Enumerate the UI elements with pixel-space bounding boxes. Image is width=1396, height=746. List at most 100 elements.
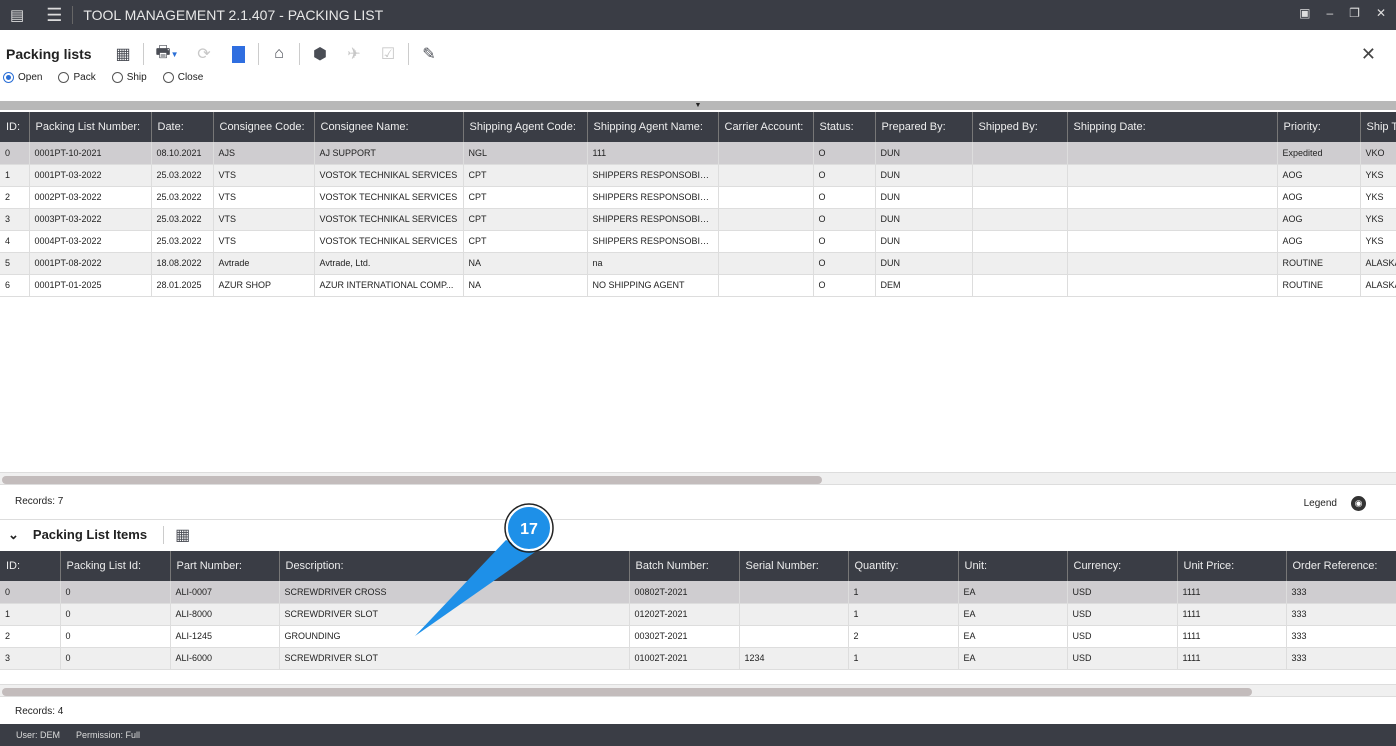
table-cell: 25.03.2022	[151, 164, 214, 187]
table-cell	[718, 230, 814, 253]
table-cell: NGL	[463, 142, 588, 165]
scroll-thumb[interactable]	[2, 476, 822, 484]
table-cell: DUN	[875, 186, 973, 209]
table-cell: AZUR INTERNATIONAL COMP...	[314, 274, 464, 297]
column-header[interactable]: Currency:	[1067, 551, 1178, 581]
items-grid: ID: Packing List Id: Part Number: Descripti…	[0, 551, 1396, 683]
table-cell	[972, 230, 1068, 253]
filter-ship-radio[interactable]: Ship	[111, 72, 147, 83]
table-cell: 0001PT-08-2022	[29, 252, 152, 275]
table-cell: 4	[0, 230, 30, 253]
table-cell	[1067, 274, 1278, 297]
column-header[interactable]: Serial Number:	[739, 551, 849, 581]
table-cell	[972, 274, 1068, 297]
column-header[interactable]: Batch Number:	[629, 551, 740, 581]
panel-splitter[interactable]: ▼	[0, 101, 1396, 110]
records-count: Records: 7	[15, 496, 64, 507]
filter-pack-radio[interactable]: Pack	[58, 72, 96, 83]
close-icon[interactable]: ✕	[1361, 44, 1376, 65]
feedback-icon[interactable]: ▣	[1299, 6, 1310, 20]
table-cell: 111	[587, 142, 719, 165]
grid-export-icon[interactable]: ▦	[175, 525, 190, 545]
hamburger-menu-icon[interactable]: ☰	[46, 5, 62, 26]
table-cell: 0	[0, 142, 30, 165]
table-row[interactable]: 1 0 ALI-8000 SCREWDRIVER SLOT 01202T-2021 1 EA…	[0, 603, 1396, 626]
column-header[interactable]: Consignee Name:	[314, 112, 464, 142]
column-header[interactable]: Order Reference:	[1286, 551, 1396, 581]
table-cell: DUN	[875, 142, 973, 165]
close-window-button[interactable]: ✕	[1376, 6, 1386, 20]
column-header[interactable]: Shipped By:	[972, 112, 1068, 142]
table-row[interactable]: 2 0 ALI-1245 GROUNDING 00302T-2021 2 EA USD 1111…	[0, 625, 1396, 648]
column-header[interactable]: Packing List Id:	[60, 551, 171, 581]
table-cell: 333	[1286, 625, 1396, 648]
column-header[interactable]: Packing List Number:	[29, 112, 152, 142]
table-cell: 0	[60, 603, 171, 626]
packing-lists-hscrollbar[interactable]	[0, 472, 1396, 485]
table-row[interactable]: 3 0 ALI-6000 SCREWDRIVER SLOT 01002T-2021 123…	[0, 647, 1396, 670]
warehouse-icon[interactable]: ⌂	[264, 43, 294, 65]
column-header[interactable]: ID:	[0, 112, 30, 142]
column-header[interactable]: Unit:	[958, 551, 1068, 581]
scroll-thumb[interactable]	[2, 688, 1252, 696]
table-cell: Avtrade	[213, 252, 315, 275]
table-cell: 3	[0, 647, 61, 670]
table-row[interactable]: 3 0003PT-03-2022 25.03.2022 VTS VOSTOK TECHN…	[0, 208, 1396, 231]
table-cell: 2	[0, 625, 61, 648]
filter-close-radio[interactable]: Close	[162, 72, 203, 83]
clipboard-edit-icon[interactable]: ✎	[414, 43, 444, 65]
column-header[interactable]: Carrier Account:	[718, 112, 814, 142]
table-cell: USD	[1067, 603, 1178, 626]
table-row[interactable]: 0 0001PT-10-2021 08.10.2021 AJS AJ SUPPORT NG…	[0, 142, 1396, 165]
document-icon[interactable]	[223, 43, 253, 65]
divider	[258, 43, 259, 65]
approve-doc-icon[interactable]: ☑	[373, 43, 403, 65]
table-cell: O	[813, 252, 876, 275]
legend-label[interactable]: Legend	[1304, 498, 1337, 509]
column-header[interactable]: Description:	[279, 551, 630, 581]
table-cell: 1	[848, 581, 959, 604]
table-cell	[718, 186, 814, 209]
table-cell: AJS	[213, 142, 315, 165]
plane-icon[interactable]: ✈	[339, 43, 369, 65]
filter-open-radio[interactable]: Open	[3, 72, 42, 83]
table-cell: AOG	[1277, 208, 1361, 231]
column-header[interactable]: Priority:	[1277, 112, 1361, 142]
table-row[interactable]: 5 0001PT-08-2022 18.08.2022 Avtrade Avtrade,…	[0, 252, 1396, 275]
column-header[interactable]: Quantity:	[848, 551, 959, 581]
column-header[interactable]: Date:	[151, 112, 214, 142]
restore-button[interactable]: ❐	[1349, 6, 1360, 20]
items-hscrollbar[interactable]	[0, 684, 1396, 697]
column-header[interactable]: Shipping Date:	[1067, 112, 1278, 142]
table-row[interactable]: 2 0002PT-03-2022 25.03.2022 VTS VOSTOK TECHN…	[0, 186, 1396, 209]
column-header[interactable]: Shipping Agent Name:	[587, 112, 719, 142]
box-icon[interactable]: ⬢	[305, 43, 335, 65]
column-header[interactable]: Unit Price:	[1177, 551, 1287, 581]
table-cell: SHIPPERS RESPONSOBILITY	[587, 164, 719, 187]
table-cell: VOSTOK TECHNIKAL SERVICES	[314, 208, 464, 231]
table-cell: na	[587, 252, 719, 275]
column-header[interactable]: Status:	[813, 112, 876, 142]
column-header[interactable]: Shipping Agent Code:	[463, 112, 588, 142]
printer-icon[interactable]: 🖶 ▼	[149, 43, 185, 65]
table-row[interactable]: 1 0001PT-03-2022 25.03.2022 VTS VOSTOK TECHN…	[0, 164, 1396, 187]
column-header[interactable]: Ship To:	[1360, 112, 1396, 142]
column-header[interactable]: Prepared By:	[875, 112, 973, 142]
table-cell: 25.03.2022	[151, 208, 214, 231]
radio-label: Pack	[73, 72, 96, 83]
column-header[interactable]: Part Number:	[170, 551, 280, 581]
table-cell: GROUNDING	[279, 625, 630, 648]
column-header[interactable]: Consignee Code:	[213, 112, 315, 142]
packing-lists-grid: ID: Packing List Number: Date: Consignee Co…	[0, 112, 1396, 472]
minimize-button[interactable]: –	[1326, 6, 1333, 20]
table-row[interactable]: 4 0004PT-03-2022 25.03.2022 VTS VOSTOK TECHN…	[0, 230, 1396, 253]
table-cell: O	[813, 186, 876, 209]
refresh-icon[interactable]: ⟳	[189, 43, 219, 65]
column-header[interactable]: ID:	[0, 551, 61, 581]
table-row[interactable]: 6 0001PT-01-2025 28.01.2025 AZUR SHOP AZUR I…	[0, 274, 1396, 297]
grid-export-icon[interactable]: ▦	[108, 43, 138, 65]
chevron-down-icon[interactable]: ⌄	[8, 527, 19, 543]
table-row[interactable]: 0 0 ALI-0007 SCREWDRIVER CROSS 00802T-2021 1 E…	[0, 581, 1396, 604]
table-cell: 0	[0, 581, 61, 604]
eye-icon[interactable]: ◉	[1351, 496, 1366, 511]
